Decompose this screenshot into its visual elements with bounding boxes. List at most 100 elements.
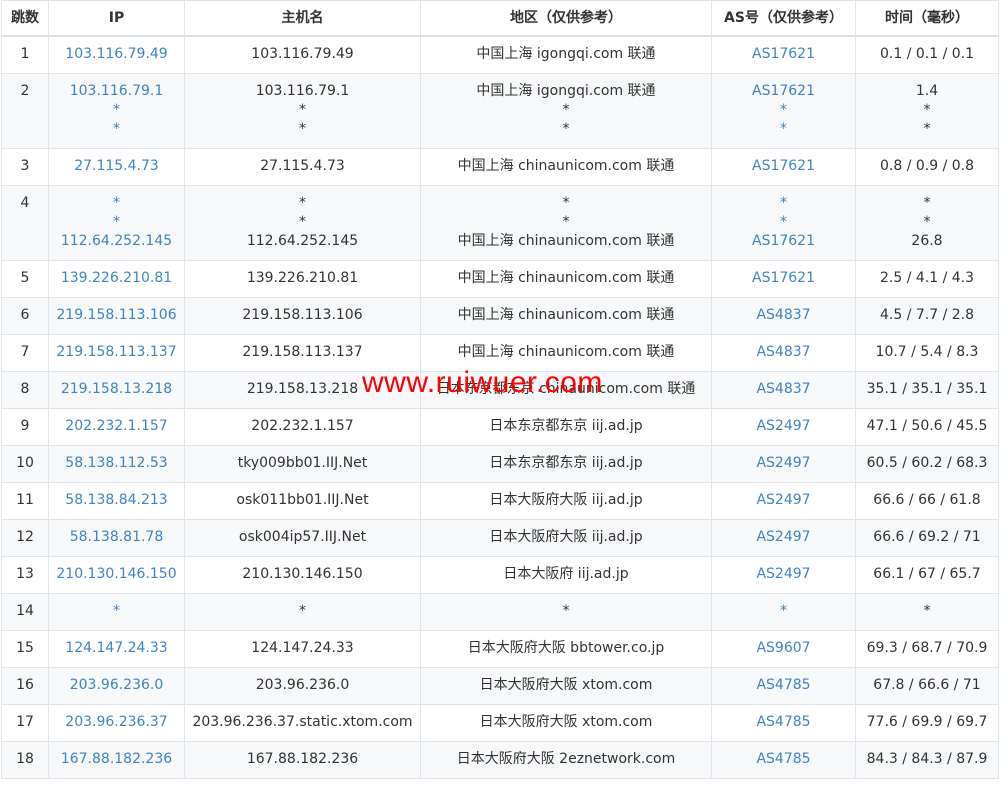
region-cell: 中国上海 chinaunicom.com 联通 — [420, 260, 712, 298]
ip-link[interactable]: 203.96.236.0 — [49, 676, 184, 695]
hop-text: 5 — [20, 270, 30, 286]
time-text: 4.5 / 7.7 / 2.8 — [879, 307, 975, 323]
region-text: 中国上海 chinaunicom.com 联通 — [457, 233, 675, 249]
asn-link[interactable]: AS17621 — [712, 82, 855, 101]
host-text: * — [299, 121, 306, 137]
ip-link[interactable]: 210.130.146.150 — [49, 565, 184, 584]
table-row: 9 202.232.1.157 202.232.1.157 日本东京都东京 iij.a… — [1, 408, 999, 446]
time-cell: 66.6 / 66 / 61.8 — [855, 482, 999, 520]
time-cell: * * 26.8 — [855, 185, 999, 261]
time-text: 66.1 / 67 / 65.7 — [873, 566, 981, 582]
region-cell: 日本东京都东京 iij.ad.jp — [420, 445, 712, 483]
ip-link[interactable]: 112.64.252.145 — [49, 232, 184, 251]
ip-cell: * * 112.64.252.145 — [48, 185, 185, 261]
ip-link[interactable]: 27.115.4.73 — [49, 157, 184, 176]
region-text: 日本东京都东京 iij.ad.jp — [489, 418, 643, 434]
ip-link[interactable]: 103.116.79.1 — [49, 82, 184, 101]
host-text: 203.96.236.0 — [255, 677, 350, 693]
header-asn: AS号（仅供参考） — [711, 0, 856, 37]
hostname-cell: osk011bb01.IIJ.Net — [184, 482, 421, 520]
asn-link[interactable]: AS4785 — [712, 713, 855, 732]
region-text: * — [562, 603, 570, 619]
hop-text: 11 — [16, 492, 34, 508]
asn-cell: AS4837 — [711, 371, 856, 409]
hop-cell: 14 — [1, 593, 49, 631]
table-row: 12 58.138.81.78 osk004ip57.IIJ.Net 日本大阪府大阪 … — [1, 519, 999, 557]
time-text: * — [923, 195, 931, 211]
asn-text: * — [780, 121, 787, 137]
region-cell: 日本大阪府大阪 2eznetwork.com — [420, 741, 712, 779]
host-text: * — [299, 214, 306, 230]
hop-cell: 5 — [1, 260, 49, 298]
asn-link[interactable]: AS17621 — [712, 269, 855, 288]
region-text: 中国上海 chinaunicom.com 联通 — [457, 307, 675, 323]
asn-link[interactable]: AS17621 — [712, 232, 855, 251]
asn-link[interactable]: AS2497 — [712, 565, 855, 584]
ip-link[interactable]: 139.226.210.81 — [49, 269, 184, 288]
ip-link[interactable]: 58.138.84.213 — [49, 491, 184, 510]
hop-cell: 2 — [1, 73, 49, 149]
host-text: tky009bb01.IIJ.Net — [237, 455, 368, 471]
host-text: 103.116.79.1 — [255, 83, 350, 99]
asn-text: * — [780, 195, 787, 211]
time-text: 69.3 / 68.7 / 70.9 — [866, 640, 988, 656]
host-text: 124.147.24.33 — [251, 640, 354, 656]
asn-link[interactable]: AS4837 — [712, 306, 855, 325]
region-cell: 日本大阪府大阪 xtom.com — [420, 704, 712, 742]
ip-link[interactable]: 219.158.113.106 — [49, 306, 184, 325]
ip-cell: 58.138.84.213 — [48, 482, 185, 520]
ip-link[interactable]: 58.138.81.78 — [49, 528, 184, 547]
ip-text: * — [113, 603, 120, 619]
header-time: 时间（毫秒） — [855, 0, 999, 37]
region-cell: 中国上海 igongqi.com 联通 — [420, 35, 712, 74]
ip-link[interactable]: 219.158.13.218 — [49, 380, 184, 399]
host-text: 27.115.4.73 — [260, 158, 345, 174]
asn-link[interactable]: AS2497 — [712, 528, 855, 547]
asn-cell: AS4785 — [711, 704, 856, 742]
hostname-cell: osk004ip57.IIJ.Net — [184, 519, 421, 557]
ip-link[interactable]: 203.96.236.37 — [49, 713, 184, 732]
hostname-cell: 202.232.1.157 — [184, 408, 421, 446]
hop-text: 7 — [20, 344, 30, 360]
hop-text: 2 — [20, 83, 30, 99]
asn-link[interactable]: AS2497 — [712, 417, 855, 436]
asn-link[interactable]: AS2497 — [712, 491, 855, 510]
asn-link[interactable]: AS17621 — [712, 45, 855, 64]
asn-link[interactable]: AS4785 — [712, 750, 855, 769]
region-text: 日本大阪府 iij.ad.jp — [503, 566, 629, 582]
time-text: 77.6 / 69.9 / 69.7 — [866, 714, 988, 730]
hop-cell: 7 — [1, 334, 49, 372]
table-row: 13 210.130.146.150 210.130.146.150 日本大阪府 ii… — [1, 556, 999, 594]
asn-link[interactable]: AS17621 — [712, 157, 855, 176]
time-cell: 10.7 / 5.4 / 8.3 — [855, 334, 999, 372]
region-cell: 日本大阪府大阪 xtom.com — [420, 667, 712, 705]
ip-link[interactable]: 124.147.24.33 — [49, 639, 184, 658]
hop-text: 4 — [20, 195, 30, 211]
ip-link[interactable]: 167.88.182.236 — [49, 750, 184, 769]
hop-text: 10 — [16, 455, 34, 471]
ip-link[interactable]: 202.232.1.157 — [49, 417, 184, 436]
region-text: * — [562, 121, 570, 137]
ip-cell: 27.115.4.73 — [48, 148, 185, 186]
asn-link[interactable]: AS4785 — [712, 676, 855, 695]
region-cell: * * 中国上海 chinaunicom.com 联通 — [420, 185, 712, 261]
asn-link[interactable]: AS2497 — [712, 454, 855, 473]
asn-link[interactable]: AS4837 — [712, 380, 855, 399]
asn-cell: * — [711, 593, 856, 631]
hostname-cell: 203.96.236.37.static.xtom.com — [184, 704, 421, 742]
host-text: * — [299, 102, 306, 118]
asn-cell: AS4837 — [711, 297, 856, 335]
time-text: 0.8 / 0.9 / 0.8 — [879, 158, 975, 174]
ip-link[interactable]: 219.158.113.137 — [49, 343, 184, 362]
asn-link[interactable]: AS4837 — [712, 343, 855, 362]
asn-cell: AS17621 — [711, 35, 856, 74]
hop-text: 3 — [20, 158, 30, 174]
ip-link[interactable]: 103.116.79.49 — [49, 45, 184, 64]
region-text: * — [562, 214, 570, 230]
host-text: * — [299, 603, 306, 619]
watermark-text: www.ruiwuer.com — [362, 366, 603, 399]
region-text: 日本东京都东京 iij.ad.jp — [489, 455, 643, 471]
asn-link[interactable]: AS9607 — [712, 639, 855, 658]
ip-link[interactable]: 58.138.112.53 — [49, 454, 184, 473]
host-text: 219.158.113.106 — [242, 307, 363, 323]
